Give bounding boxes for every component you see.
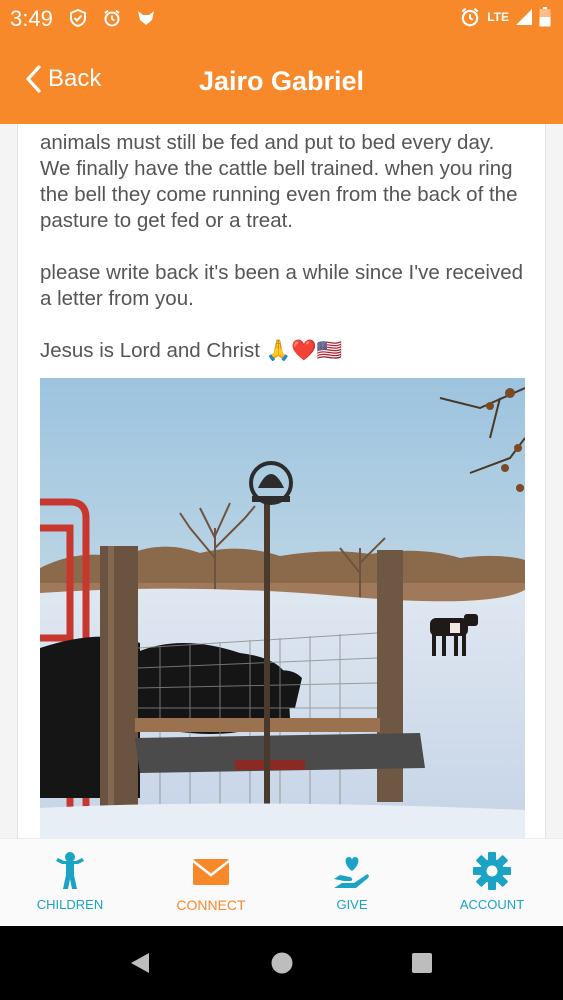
network-type: LTE — [487, 10, 509, 24]
recents-square-icon[interactable] — [410, 951, 434, 975]
photo-cattle-bell-snow — [40, 378, 525, 838]
bottom-nav: CHILDREN CONNECT GIVE ACCOUNT — [0, 838, 563, 926]
gear-icon — [473, 852, 511, 890]
nav-children-label: CHILDREN — [36, 897, 104, 912]
alarm-icon — [104, 9, 120, 27]
system-nav-bar — [0, 926, 563, 1000]
page-title: Jairo Gabriel — [198, 66, 365, 96]
alarm-icon — [461, 7, 479, 27]
nav-connect[interactable]: CONNECT — [161, 839, 261, 927]
letter-photo[interactable] — [40, 378, 525, 838]
envelope-icon — [192, 859, 230, 885]
nav-account-label: ACCOUNT — [459, 897, 525, 912]
nav-children[interactable]: CHILDREN — [20, 839, 120, 927]
app-header: Back Jairo Gabriel — [0, 38, 563, 124]
signal-icon — [516, 9, 532, 25]
child-icon — [56, 852, 84, 889]
letter-paragraph: please write back it's been a while sinc… — [40, 261, 523, 310]
nav-give[interactable]: GIVE — [302, 839, 402, 927]
home-circle-icon[interactable] — [270, 951, 294, 975]
status-time: 3:49 — [10, 6, 53, 31]
shield-check-icon — [70, 8, 86, 28]
letter-card: animals must still be fed and put to bed… — [17, 124, 546, 838]
status-system-icons: LTE — [459, 6, 551, 28]
hand-heart-icon — [334, 857, 369, 888]
nav-give-label: GIVE — [336, 897, 368, 912]
nav-account[interactable]: ACCOUNT — [442, 839, 542, 927]
letter-signoff: Jesus is Lord and Christ 🙏❤️🇺🇸 — [40, 339, 343, 362]
status-bar: 3:49 LTE — [0, 0, 563, 38]
letter-paragraph: animals must still be fed and put to bed… — [40, 131, 518, 232]
nav-connect-label: CONNECT — [176, 897, 246, 913]
status-notification-icons — [68, 8, 156, 28]
letter-text: animals must still be fed and put to bed… — [40, 130, 530, 390]
fox-icon — [138, 11, 154, 25]
battery-icon — [539, 7, 551, 27]
back-triangle-icon[interactable] — [128, 951, 152, 975]
letter-content-scroll[interactable]: animals must still be fed and put to bed… — [0, 124, 563, 838]
